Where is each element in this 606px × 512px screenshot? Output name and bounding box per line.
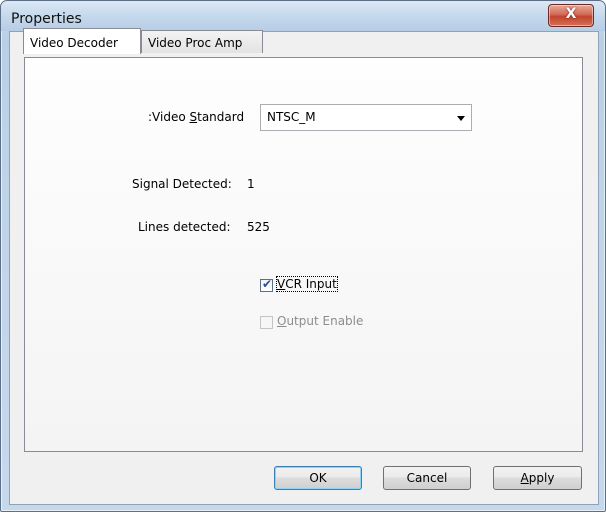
close-icon: X bbox=[565, 6, 577, 22]
ok-button[interactable]: OK bbox=[274, 466, 362, 490]
output-enable-checkbox[interactable] bbox=[260, 316, 273, 329]
video-standard-label-prefix: :Video bbox=[148, 110, 190, 124]
signal-detected-value: 1 bbox=[247, 177, 255, 191]
vcr-input-label[interactable]: VCR Input bbox=[276, 276, 338, 292]
video-standard-value: NTSC_M bbox=[267, 110, 316, 124]
output-enable-label: Output Enable bbox=[277, 314, 363, 328]
apply-mnemonic: A bbox=[520, 471, 529, 485]
vcr-input-mnemonic: V bbox=[277, 277, 286, 291]
chevron-down-icon[interactable] bbox=[457, 116, 465, 121]
lines-detected-value: 525 bbox=[247, 220, 270, 234]
checkmark-icon: ✔ bbox=[262, 277, 273, 291]
window-title: Properties bbox=[11, 11, 82, 27]
signal-detected-label: Signal Detected: bbox=[132, 177, 232, 191]
close-button[interactable]: X bbox=[548, 4, 594, 27]
tab-video-proc-amp[interactable]: Video Proc Amp bbox=[141, 30, 263, 53]
apply-label-rest: pply bbox=[528, 471, 555, 485]
lines-detected-label: Lines detected: bbox=[138, 220, 231, 234]
video-standard-select[interactable]: NTSC_M bbox=[260, 104, 472, 131]
title-bar[interactable]: Properties X bbox=[1, 1, 605, 31]
video-standard-mnemonic: S bbox=[189, 110, 198, 124]
vcr-input-label-rest: CR Input bbox=[285, 277, 337, 291]
video-standard-label: :Video Standard bbox=[148, 110, 244, 124]
video-standard-label-suffix: tandard bbox=[197, 110, 245, 124]
video-decoder-panel: :Video Standard NTSC_M Signal Detected: … bbox=[24, 57, 583, 452]
apply-button[interactable]: Apply bbox=[493, 466, 582, 490]
output-enable-label-rest: utput Enable bbox=[286, 314, 364, 328]
cancel-button[interactable]: Cancel bbox=[383, 466, 471, 490]
properties-dialog: Properties X Video Decoder Video Proc Am… bbox=[0, 0, 606, 512]
tab-video-decoder[interactable]: Video Decoder bbox=[23, 28, 141, 54]
vcr-input-checkbox[interactable]: ✔ bbox=[260, 277, 273, 292]
